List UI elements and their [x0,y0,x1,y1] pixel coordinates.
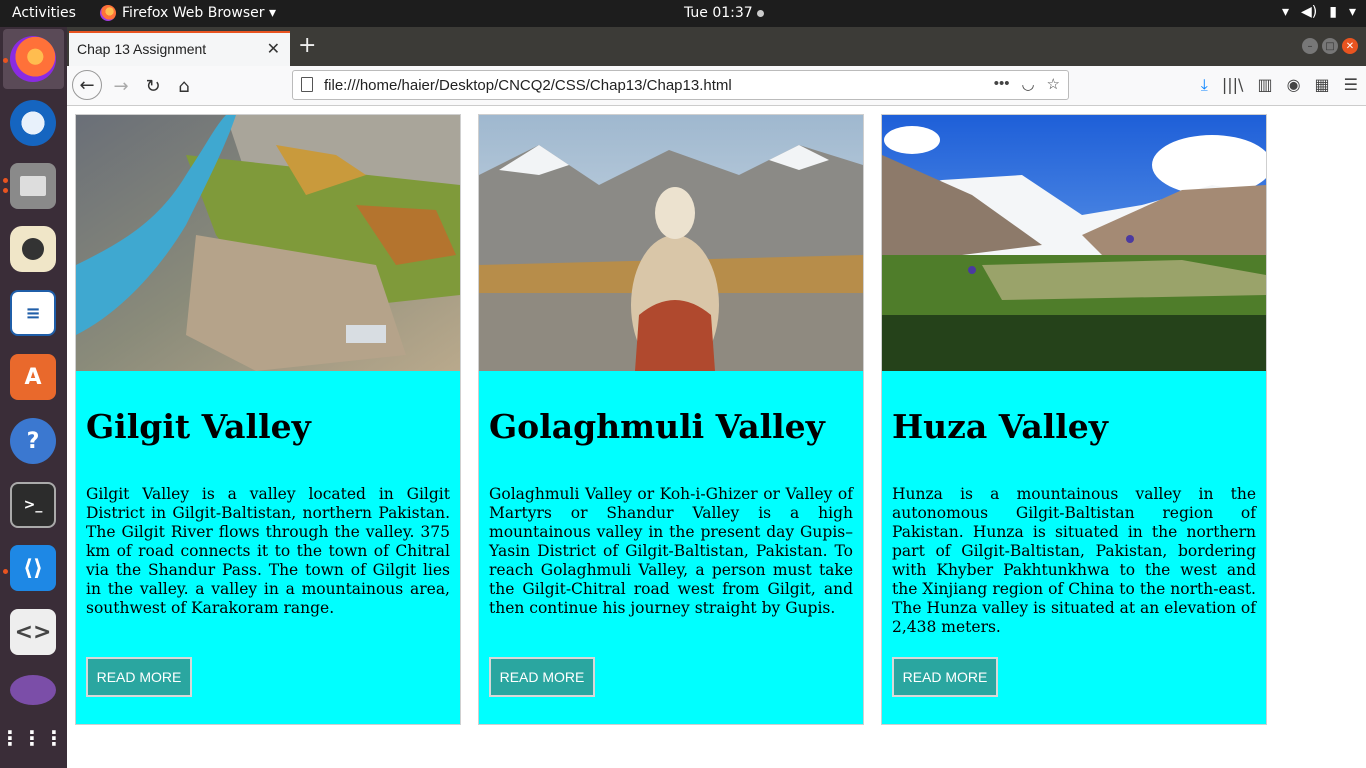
notification-dot-icon [756,9,764,17]
card-description: Golaghmuli Valley or Koh-i-Ghizer or Val… [489,485,853,617]
clock[interactable]: Tue 01:37 [684,5,764,21]
tab-bar: Chap 13 Assignment ✕ + – □ ✕ [67,27,1366,66]
url-actions: ••• ◡ ☆ [994,75,1060,93]
battery-icon: ▮ [1329,4,1337,20]
library-icon[interactable]: |||\ [1222,75,1244,95]
software-center-icon[interactable]: A [10,354,56,400]
running-indicator [3,178,8,183]
libreoffice-writer-icon[interactable]: ≡ [10,290,56,336]
close-tab-icon[interactable]: ✕ [267,39,280,59]
valley-card: Gilgit Valley Gilgit Valley is a valley … [75,114,461,725]
page-actions-icon[interactable]: ••• [994,75,1010,93]
firefox-icon [100,5,116,21]
minimize-icon[interactable]: – [1302,38,1318,54]
running-indicator [3,569,8,574]
tab-title: Chap 13 Assignment [77,41,207,57]
pocket-icon[interactable]: ◡ [1021,75,1034,93]
thunderbird-icon[interactable] [10,100,56,146]
running-indicator [3,188,8,193]
card-title: Golaghmuli Valley [489,407,825,446]
tab-active[interactable]: Chap 13 Assignment ✕ [69,31,290,66]
bookmark-star-icon[interactable]: ☆ [1047,75,1060,93]
network-icon: ▾ [1281,4,1290,20]
system-menu-chevron-icon: ▾ [1348,4,1356,20]
toolbar-buttons: ⤓ |||\ ▥ ◉ ▦ ☰ [1201,75,1358,95]
gilgit-valley-photo [76,115,460,371]
url-bar[interactable]: file:///home/haier/Desktop/CNCQ2/CSS/Cha… [292,70,1069,100]
app-icon[interactable] [10,675,56,705]
code-editor-icon[interactable]: <> [10,609,56,655]
terminal-icon[interactable]: >_ [10,482,56,528]
account-icon[interactable]: ◉ [1287,75,1301,95]
new-tab-icon[interactable]: + [298,35,316,57]
activities-button[interactable]: Activities [12,5,76,21]
system-tray[interactable]: ▾ ◀) ▮ ▾ [1282,4,1356,20]
running-indicator [3,58,8,63]
url-text[interactable]: file:///home/haier/Desktop/CNCQ2/CSS/Cha… [324,77,732,94]
sidebar-icon[interactable]: ▥ [1257,75,1272,95]
reload-button[interactable]: ↻ [139,72,167,100]
app-menu[interactable]: Firefox Web Browser ▾ [100,5,276,21]
hunza-valley-photo [882,115,1266,371]
clock-label: Tue 01:37 [684,5,753,21]
close-window-icon[interactable]: ✕ [1342,38,1358,54]
card-title: Gilgit Valley [86,407,311,446]
valley-card: Huza Valley Hunza is a mountainous valle… [881,114,1267,725]
page-icon [301,77,313,92]
extensions-icon[interactable]: ▦ [1315,75,1330,95]
valley-card: Golaghmuli Valley Golaghmuli Valley or K… [478,114,864,725]
help-icon[interactable]: ? [10,418,56,464]
back-button[interactable]: ← [72,70,102,100]
menu-icon[interactable]: ☰ [1344,75,1358,95]
golaghmuli-valley-photo [479,115,863,371]
card-description: Hunza is a mountainous valley in the aut… [892,485,1256,636]
read-more-button[interactable]: READ MORE [489,657,595,697]
show-applications-icon[interactable]: ⋮⋮⋮ [0,715,64,761]
files-icon[interactable] [10,163,56,209]
read-more-button[interactable]: READ MORE [86,657,192,697]
home-button[interactable]: ⌂ [170,72,198,100]
read-more-button[interactable]: READ MORE [892,657,998,697]
volume-icon: ◀) [1301,4,1318,20]
maximize-icon[interactable]: □ [1322,38,1338,54]
card-title: Huza Valley [892,407,1108,446]
dock: ≡ A ? >_ ⟨⟩ <> ⋮⋮⋮ [0,27,67,768]
app-menu-label: Firefox Web Browser ▾ [122,5,276,21]
rhythmbox-icon[interactable] [10,226,56,272]
firefox-icon[interactable] [10,36,56,82]
card-description: Gilgit Valley is a valley located in Gil… [86,485,450,617]
vscode-icon[interactable]: ⟨⟩ [10,545,56,591]
downloads-icon[interactable]: ⤓ [1201,75,1208,95]
navigation-toolbar: ← → ↻ ⌂ file:///home/haier/Desktop/CNCQ2… [67,66,1366,106]
window-controls: – □ ✕ [1302,38,1358,54]
page-content: Gilgit Valley Gilgit Valley is a valley … [67,106,1366,768]
system-top-bar: Activities Firefox Web Browser ▾ Tue 01:… [0,0,1366,27]
forward-button[interactable]: → [107,72,135,100]
